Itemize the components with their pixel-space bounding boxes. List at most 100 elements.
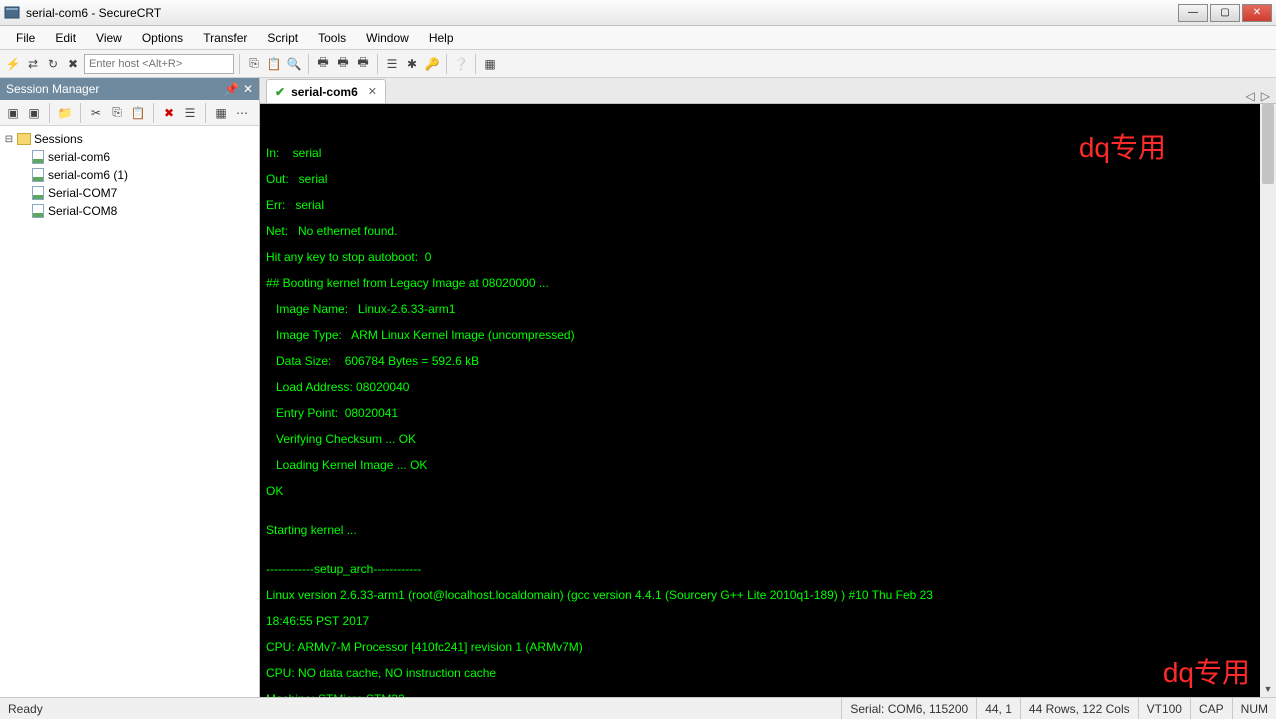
window-title: serial-com6 - SecureCRT: [26, 6, 1176, 20]
menu-edit[interactable]: Edit: [45, 28, 86, 48]
terminal-line: ------------setup_arch------------: [266, 563, 1270, 576]
tab-close-icon[interactable]: ✕: [368, 85, 377, 98]
tile-icon[interactable]: ▦: [481, 55, 499, 73]
tab-serial-com6[interactable]: ✔ serial-com6 ✕: [266, 79, 386, 103]
toolbar-separator: [446, 54, 447, 74]
terminal-line: Data Size: 606784 Bytes = 592.6 kB: [266, 355, 1270, 368]
tab-label: serial-com6: [291, 85, 358, 99]
options-icon[interactable]: ▦: [212, 104, 230, 122]
reconnect-icon[interactable]: ↻: [44, 55, 62, 73]
terminal-line: OK: [266, 485, 1270, 498]
scroll-thumb[interactable]: [1262, 104, 1274, 184]
main-area: Session Manager 📌 ✕ ▣ ▣ 📁 ✂ ⎘ 📋 ✖ ☰ ▦ ⋯ …: [0, 78, 1276, 697]
terminal-line: 18:46:55 PST 2017: [266, 615, 1270, 628]
session-item[interactable]: Serial-COM8: [2, 202, 257, 220]
tab-prev-icon[interactable]: ◁: [1246, 89, 1255, 103]
app-icon: [4, 5, 20, 21]
pin-icon[interactable]: 📌: [224, 82, 239, 96]
menu-view[interactable]: View: [86, 28, 132, 48]
copy-session-icon[interactable]: ⎘: [108, 104, 126, 122]
more-icon[interactable]: ⋯: [233, 104, 251, 122]
toolbar-separator: [153, 103, 154, 123]
properties-icon[interactable]: ☰: [383, 55, 401, 73]
terminal[interactable]: dq专用 dq专用 In: serial Out: serial Err: se…: [260, 104, 1276, 697]
maximize-button[interactable]: ▢: [1210, 4, 1240, 22]
quick-connect-icon[interactable]: ⇄: [24, 55, 42, 73]
session-item[interactable]: serial-com6 (1): [2, 166, 257, 184]
paste-icon[interactable]: 📋: [265, 55, 283, 73]
toolbar-separator: [308, 54, 309, 74]
terminal-line: Load Address: 08020040: [266, 381, 1270, 394]
toolbar-separator: [377, 54, 378, 74]
paste-session-icon[interactable]: 📋: [129, 104, 147, 122]
tools-icon[interactable]: ✱: [403, 55, 421, 73]
new-session-icon[interactable]: ▣: [4, 104, 22, 122]
close-button[interactable]: ✕: [1242, 4, 1272, 22]
session-item-label: serial-com6 (1): [48, 168, 128, 182]
find-icon[interactable]: 🔍: [285, 55, 303, 73]
menu-help[interactable]: Help: [419, 28, 464, 48]
menu-transfer[interactable]: Transfer: [193, 28, 257, 48]
cut-icon[interactable]: ✂: [87, 104, 105, 122]
terminal-scrollbar[interactable]: ▲ ▼: [1260, 104, 1276, 697]
menu-tools[interactable]: Tools: [308, 28, 356, 48]
tab-next-icon[interactable]: ▷: [1261, 89, 1270, 103]
status-size: 44 Rows, 122 Cols: [1020, 698, 1138, 719]
tabbar: ✔ serial-com6 ✕ ◁ ▷: [260, 78, 1276, 104]
terminal-line: CPU: NO data cache, NO instruction cache: [266, 667, 1270, 680]
tree-root[interactable]: ⊟ Sessions: [2, 130, 257, 148]
session-panel-toolbar: ▣ ▣ 📁 ✂ ⎘ 📋 ✖ ☰ ▦ ⋯: [0, 100, 259, 126]
session-tree[interactable]: ⊟ Sessions serial-com6 serial-com6 (1) S…: [0, 126, 259, 697]
toolbar-separator: [49, 103, 50, 123]
terminal-line: Err: serial: [266, 199, 1270, 212]
menu-window[interactable]: Window: [356, 28, 419, 48]
terminal-line: Image Type: ARM Linux Kernel Image (unco…: [266, 329, 1270, 342]
connected-icon: ✔: [275, 85, 285, 99]
window-controls: — ▢ ✕: [1176, 4, 1272, 22]
delete-icon[interactable]: ✖: [160, 104, 178, 122]
session-item[interactable]: Serial-COM7: [2, 184, 257, 202]
terminal-line: Starting kernel ...: [266, 524, 1270, 537]
panel-close-icon[interactable]: ✕: [243, 82, 253, 96]
new-folder-icon[interactable]: ▣: [25, 104, 43, 122]
terminal-line: Linux version 2.6.33-arm1 (root@localhos…: [266, 589, 1270, 602]
print-icon[interactable]: 🖶: [314, 55, 332, 73]
connect-icon[interactable]: ⚡: [4, 55, 22, 73]
menu-script[interactable]: Script: [257, 28, 308, 48]
terminal-line: CPU: ARMv7-M Processor [410fc241] revisi…: [266, 641, 1270, 654]
watermark-top: dq专用: [1079, 134, 1166, 162]
status-serial: Serial: COM6, 115200: [841, 698, 976, 719]
menu-options[interactable]: Options: [132, 28, 193, 48]
print-preview-icon[interactable]: 🖶: [354, 55, 372, 73]
terminal-line: Entry Point: 08020041: [266, 407, 1270, 420]
terminal-line: Machine: STMicro STM32: [266, 693, 1270, 697]
properties-session-icon[interactable]: ☰: [181, 104, 199, 122]
session-manager-panel: Session Manager 📌 ✕ ▣ ▣ 📁 ✂ ⎘ 📋 ✖ ☰ ▦ ⋯ …: [0, 78, 260, 697]
expander-icon[interactable]: ⊟: [4, 134, 14, 145]
help-icon[interactable]: ❔: [452, 55, 470, 73]
session-panel-title: Session Manager: [6, 82, 99, 96]
host-input[interactable]: [84, 54, 234, 74]
terminal-line: Hit any key to stop autoboot: 0: [266, 251, 1270, 264]
terminal-line: Verifying Checksum ... OK: [266, 433, 1270, 446]
status-ready: Ready: [0, 702, 841, 716]
session-panel-header: Session Manager 📌 ✕: [0, 78, 259, 100]
session-item[interactable]: serial-com6: [2, 148, 257, 166]
terminal-line: Out: serial: [266, 173, 1270, 186]
terminal-line: Loading Kernel Image ... OK: [266, 459, 1270, 472]
menubar: File Edit View Options Transfer Script T…: [0, 26, 1276, 50]
toolbar-separator: [239, 54, 240, 74]
key-icon[interactable]: 🔑: [423, 55, 441, 73]
status-num: NUM: [1232, 698, 1276, 719]
session-doc-icon: [32, 150, 44, 164]
minimize-button[interactable]: —: [1178, 4, 1208, 22]
content-area: ✔ serial-com6 ✕ ◁ ▷ dq专用 dq专用 In: serial…: [260, 78, 1276, 697]
folder-icon[interactable]: 📁: [56, 104, 74, 122]
copy-icon[interactable]: ⎘: [245, 55, 263, 73]
disconnect-icon[interactable]: ✖: [64, 55, 82, 73]
status-cursor: 44, 1: [976, 698, 1020, 719]
menu-file[interactable]: File: [6, 28, 45, 48]
main-toolbar: ⚡ ⇄ ↻ ✖ ⎘ 📋 🔍 🖶 🖶 🖶 ☰ ✱ 🔑 ❔ ▦: [0, 50, 1276, 78]
scroll-down-icon[interactable]: ▼: [1260, 681, 1276, 697]
print-setup-icon[interactable]: 🖶: [334, 55, 352, 73]
